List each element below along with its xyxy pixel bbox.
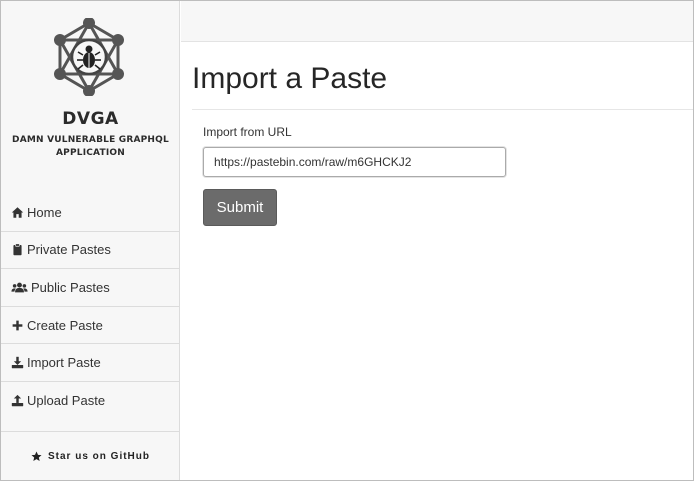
sidebar-nav: Home Private Pastes Public Pastes Create… <box>1 194 180 420</box>
sidebar-item-import-paste[interactable]: Import Paste <box>1 344 180 382</box>
submit-button[interactable]: Submit <box>203 189 277 226</box>
sidebar-item-label: Home <box>27 204 62 220</box>
github-star-link[interactable]: Star us on GitHub <box>31 451 150 462</box>
sidebar-item-label: Import Paste <box>27 355 101 371</box>
clipboard-icon <box>10 243 24 257</box>
brand-title: DVGA <box>62 109 119 129</box>
github-star-label: Star us on GitHub <box>48 450 150 462</box>
plus-icon <box>10 318 24 332</box>
sidebar-item-label: Create Paste <box>27 317 103 333</box>
upload-icon <box>10 394 24 408</box>
import-url-input[interactable] <box>203 147 506 177</box>
users-icon <box>10 280 28 294</box>
sidebar: DVGA DAMN VULNERABLE GRAPHQL APPLICATION… <box>1 1 180 480</box>
sidebar-item-label: Private Pastes <box>27 242 111 258</box>
sidebar-footer: Star us on GitHub <box>1 431 180 480</box>
top-navbar <box>181 1 693 42</box>
title-divider <box>192 109 693 110</box>
main-content: Import a Paste Import from URL Submit <box>181 42 693 480</box>
sidebar-item-upload-paste[interactable]: Upload Paste <box>1 382 180 420</box>
sidebar-item-home[interactable]: Home <box>1 194 180 232</box>
sidebar-item-label: Upload Paste <box>27 393 106 409</box>
sidebar-item-label: Public Pastes <box>31 279 110 295</box>
star-icon <box>31 451 42 461</box>
page-title: Import a Paste <box>192 62 388 95</box>
download-icon <box>10 356 24 370</box>
home-icon <box>10 205 24 219</box>
sidebar-item-public-pastes[interactable]: Public Pastes <box>1 269 180 307</box>
brand-subtitle: DAMN VULNERABLE GRAPHQL APPLICATION <box>12 135 169 158</box>
bug-graph-logo[interactable] <box>50 17 128 97</box>
import-url-label: Import from URL <box>203 125 292 139</box>
sidebar-item-private-pastes[interactable]: Private Pastes <box>1 232 180 270</box>
sidebar-item-create-paste[interactable]: Create Paste <box>1 307 180 345</box>
